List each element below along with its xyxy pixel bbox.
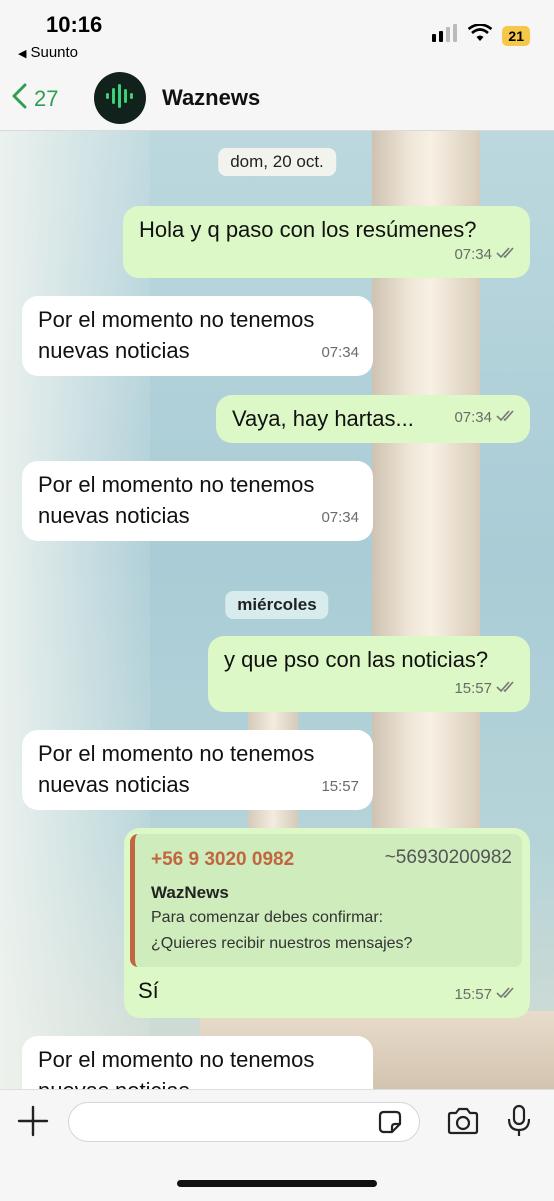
back-to-app-link[interactable]: ◀ Suunto [18,44,78,61]
signal-icon [432,24,458,47]
message-input[interactable] [68,1102,420,1142]
message-meta: 07:34 [454,402,516,433]
date-chip: miércoles [225,591,329,619]
microphone-icon[interactable] [506,1104,532,1143]
status-time: 10:16 [46,12,103,37]
chat-title[interactable]: Waznews [162,85,260,111]
message-outgoing[interactable]: Vaya, hay hartas... 07:34 [216,395,530,443]
home-indicator[interactable] [177,1180,377,1187]
camera-icon[interactable] [446,1107,480,1140]
message-text: Por el momento no tenemos nuevas noticia… [38,307,315,363]
message-text: y que pso con las noticias? [224,647,489,672]
quoted-phone: +56 9 3020 0982 [151,849,295,870]
waveform-logo-icon [105,83,135,114]
message-time: 07:34 [321,344,359,361]
message-time: 15:57 [454,986,492,1003]
double-check-icon [496,402,516,433]
back-chevron-icon [10,82,28,116]
message-time: 07:34 [454,246,492,263]
unread-count: 27 [34,86,59,111]
double-check-icon [496,239,516,270]
battery-icon: 21 [502,25,530,46]
back-app-label: Suunto [30,44,79,61]
message-incoming[interactable]: Por el momento no tenemos nuevas noticia… [22,461,373,541]
status-bar: 10:16 ◀ Suunto 21 [0,0,554,68]
avatar[interactable] [94,72,146,124]
message-outgoing[interactable]: Hola y q paso con los resúmenes? 07:34 [123,206,530,278]
message-time: 15:57 [321,778,359,795]
message-incoming[interactable]: Por el momento no tenemos nuevas noticia… [22,730,373,810]
double-check-icon [496,673,516,704]
message-outgoing-reply[interactable]: +56 9 3020 0982 ~56930200982 WazNews Par… [124,828,530,1018]
date-chip: dom, 20 oct. [218,148,336,176]
message-meta: 07:34 [454,239,516,270]
status-icons: 21 [432,23,530,47]
plus-icon[interactable] [16,1104,50,1145]
message-incoming[interactable]: Por el momento no tenemos nuevas noticia… [22,296,373,376]
message-text: Por el momento no tenemos nuevas noticia… [38,1047,315,1089]
back-button[interactable]: 27 [10,82,58,116]
message-text: Por el momento no tenemos nuevas noticia… [38,741,315,797]
message-outgoing[interactable]: y que pso con las noticias? 15:57 [208,636,530,712]
double-check-icon [496,979,516,1010]
message-incoming[interactable]: Por el momento no tenemos nuevas noticia… [22,1036,373,1089]
wifi-icon [468,23,493,47]
sticker-icon[interactable] [376,1108,404,1141]
back-triangle-icon: ◀ [18,48,27,60]
quoted-body: Para comenzar debes confirmar: ¿Quieres … [151,909,413,952]
chat-area[interactable]: dom, 20 oct. Hola y q paso con los resúm… [0,131,554,1089]
message-text: Por el momento no tenemos nuevas noticia… [38,472,315,528]
message-time: 07:34 [321,509,359,526]
message-meta: 15:57 [454,979,516,1010]
message-time: 07:34 [454,409,492,426]
message-meta: 15:57 [454,673,516,704]
quoted-name: WazNews [151,883,229,902]
quoted-alias: ~56930200982 [384,847,512,868]
message-time: 15:57 [454,680,492,697]
quoted-message[interactable]: +56 9 3020 0982 ~56930200982 WazNews Par… [130,834,522,967]
chat-header: 27 Waznews [0,68,554,131]
